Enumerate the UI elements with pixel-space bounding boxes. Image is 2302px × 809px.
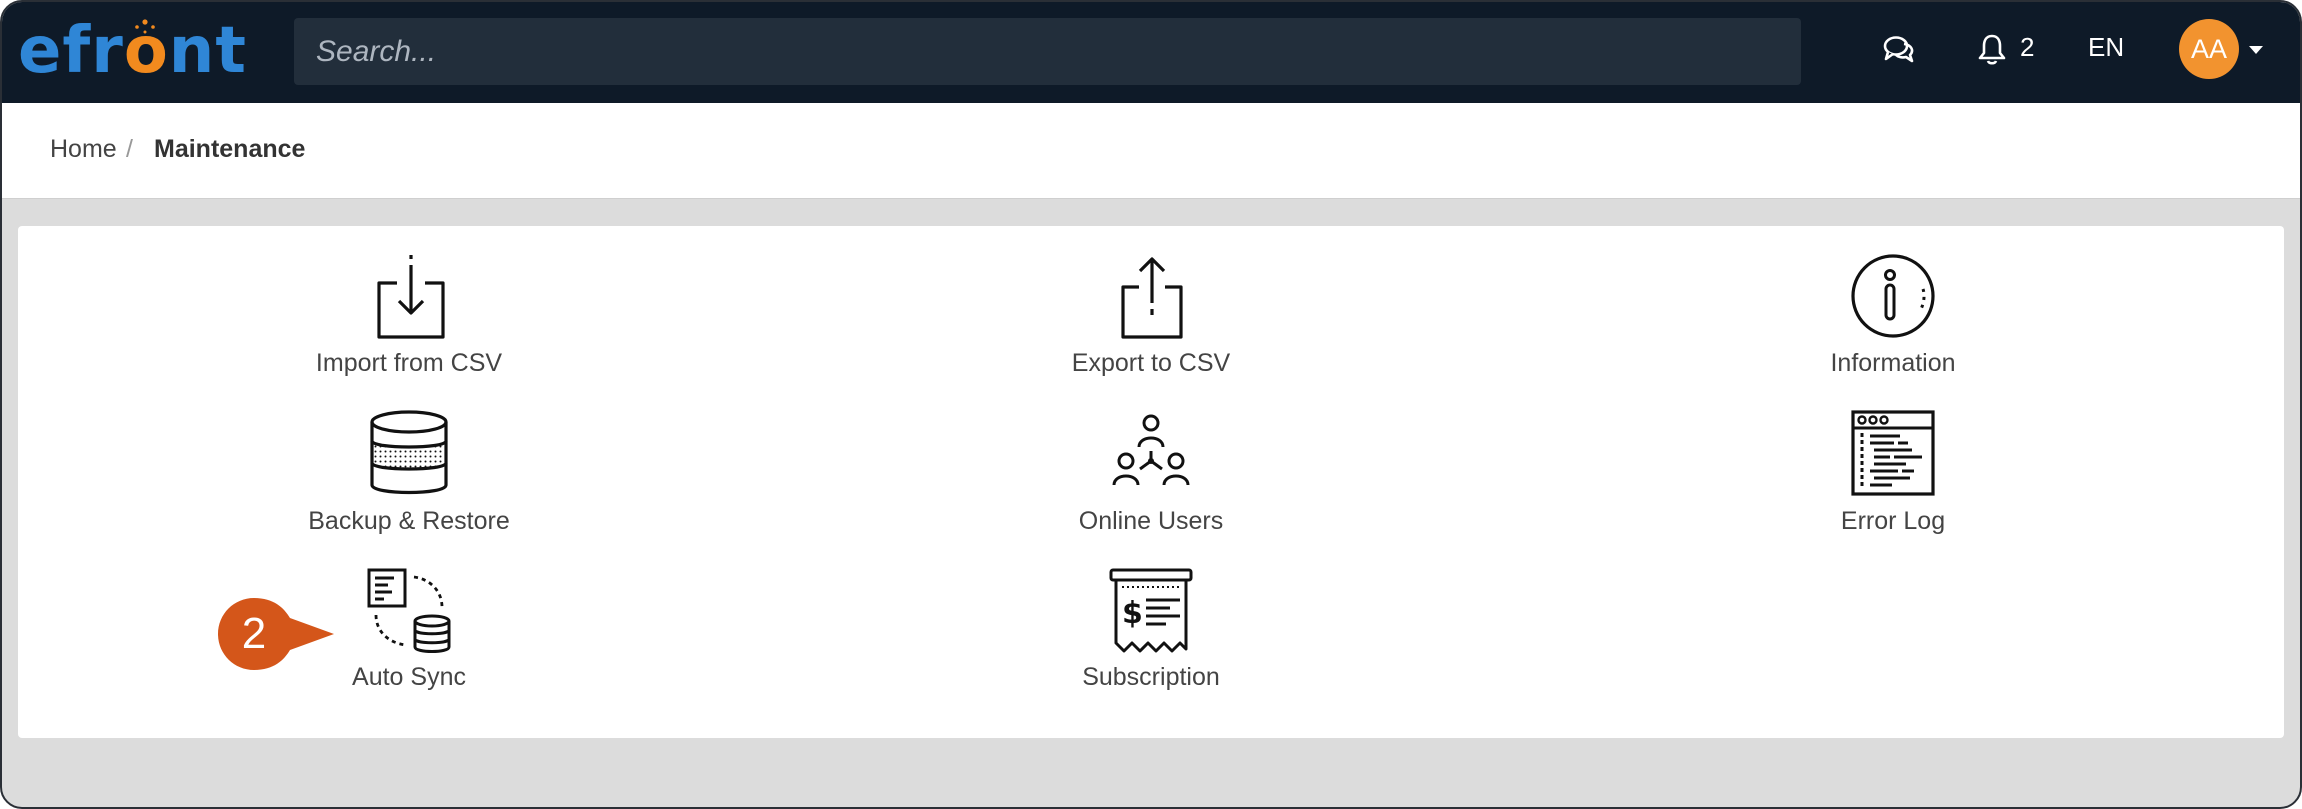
logo-spark-icon <box>135 19 155 34</box>
online-users-tool[interactable]: Online Users <box>941 409 1361 569</box>
import-from-csv-tool[interactable]: Import from CSV <box>199 253 619 413</box>
language-selector[interactable]: EN <box>2088 32 2124 63</box>
search-input[interactable] <box>294 18 1801 85</box>
chevron-down-icon[interactable] <box>2249 46 2263 54</box>
tool-label: Online Users <box>1078 507 1224 535</box>
breadcrumb-home-link[interactable]: Home <box>50 135 117 164</box>
logo-text-start: efr <box>18 14 124 88</box>
database-icon <box>370 410 448 495</box>
top-navbar: efront 2 EN AA <box>2 2 2300 103</box>
user-avatar[interactable]: AA <box>2179 19 2239 79</box>
app-window: efront 2 EN AA Home / Maintenance <box>0 0 2302 809</box>
import-icon <box>377 255 445 339</box>
breadcrumb-separator: / <box>126 135 133 163</box>
export-icon <box>1121 257 1183 339</box>
maintenance-tools-panel: Import from CSV Export to CSV Informatio… <box>18 226 2284 738</box>
bell-icon[interactable] <box>1977 33 2007 65</box>
logo-letter-o: o <box>123 14 169 88</box>
logo-text-end: nt <box>168 14 247 88</box>
tool-label: Subscription <box>1082 663 1220 691</box>
backup-restore-tool[interactable]: Backup & Restore <box>199 409 619 569</box>
step-callout-number: 2 <box>241 609 267 658</box>
subscription-tool[interactable]: $ Subscription <box>941 567 1361 727</box>
breadcrumb-current-page: Maintenance <box>154 135 306 163</box>
tool-label: Import from CSV <box>315 349 503 377</box>
information-tool[interactable]: Information <box>1683 253 2103 413</box>
svg-text:$: $ <box>1122 596 1143 631</box>
efront-logo[interactable]: efr ont <box>18 16 247 86</box>
chat-bubbles-icon[interactable] <box>1882 34 1916 64</box>
export-to-csv-tool[interactable]: Export to CSV <box>941 253 1361 413</box>
info-icon <box>1851 254 1935 338</box>
sync-icon <box>367 568 451 653</box>
breadcrumb: Home / Maintenance <box>2 103 2300 199</box>
error-log-tool[interactable]: Error Log <box>1683 409 2103 569</box>
tool-label: Error Log <box>1840 507 1946 535</box>
users-network-icon <box>1112 414 1190 486</box>
tool-label: Information <box>1830 349 1956 377</box>
notification-count-badge[interactable]: 2 <box>2020 32 2034 63</box>
tool-label: Export to CSV <box>1071 349 1231 377</box>
receipt-icon: $ <box>1109 568 1193 653</box>
tool-label: Backup & Restore <box>308 507 510 535</box>
log-window-icon <box>1851 410 1935 496</box>
